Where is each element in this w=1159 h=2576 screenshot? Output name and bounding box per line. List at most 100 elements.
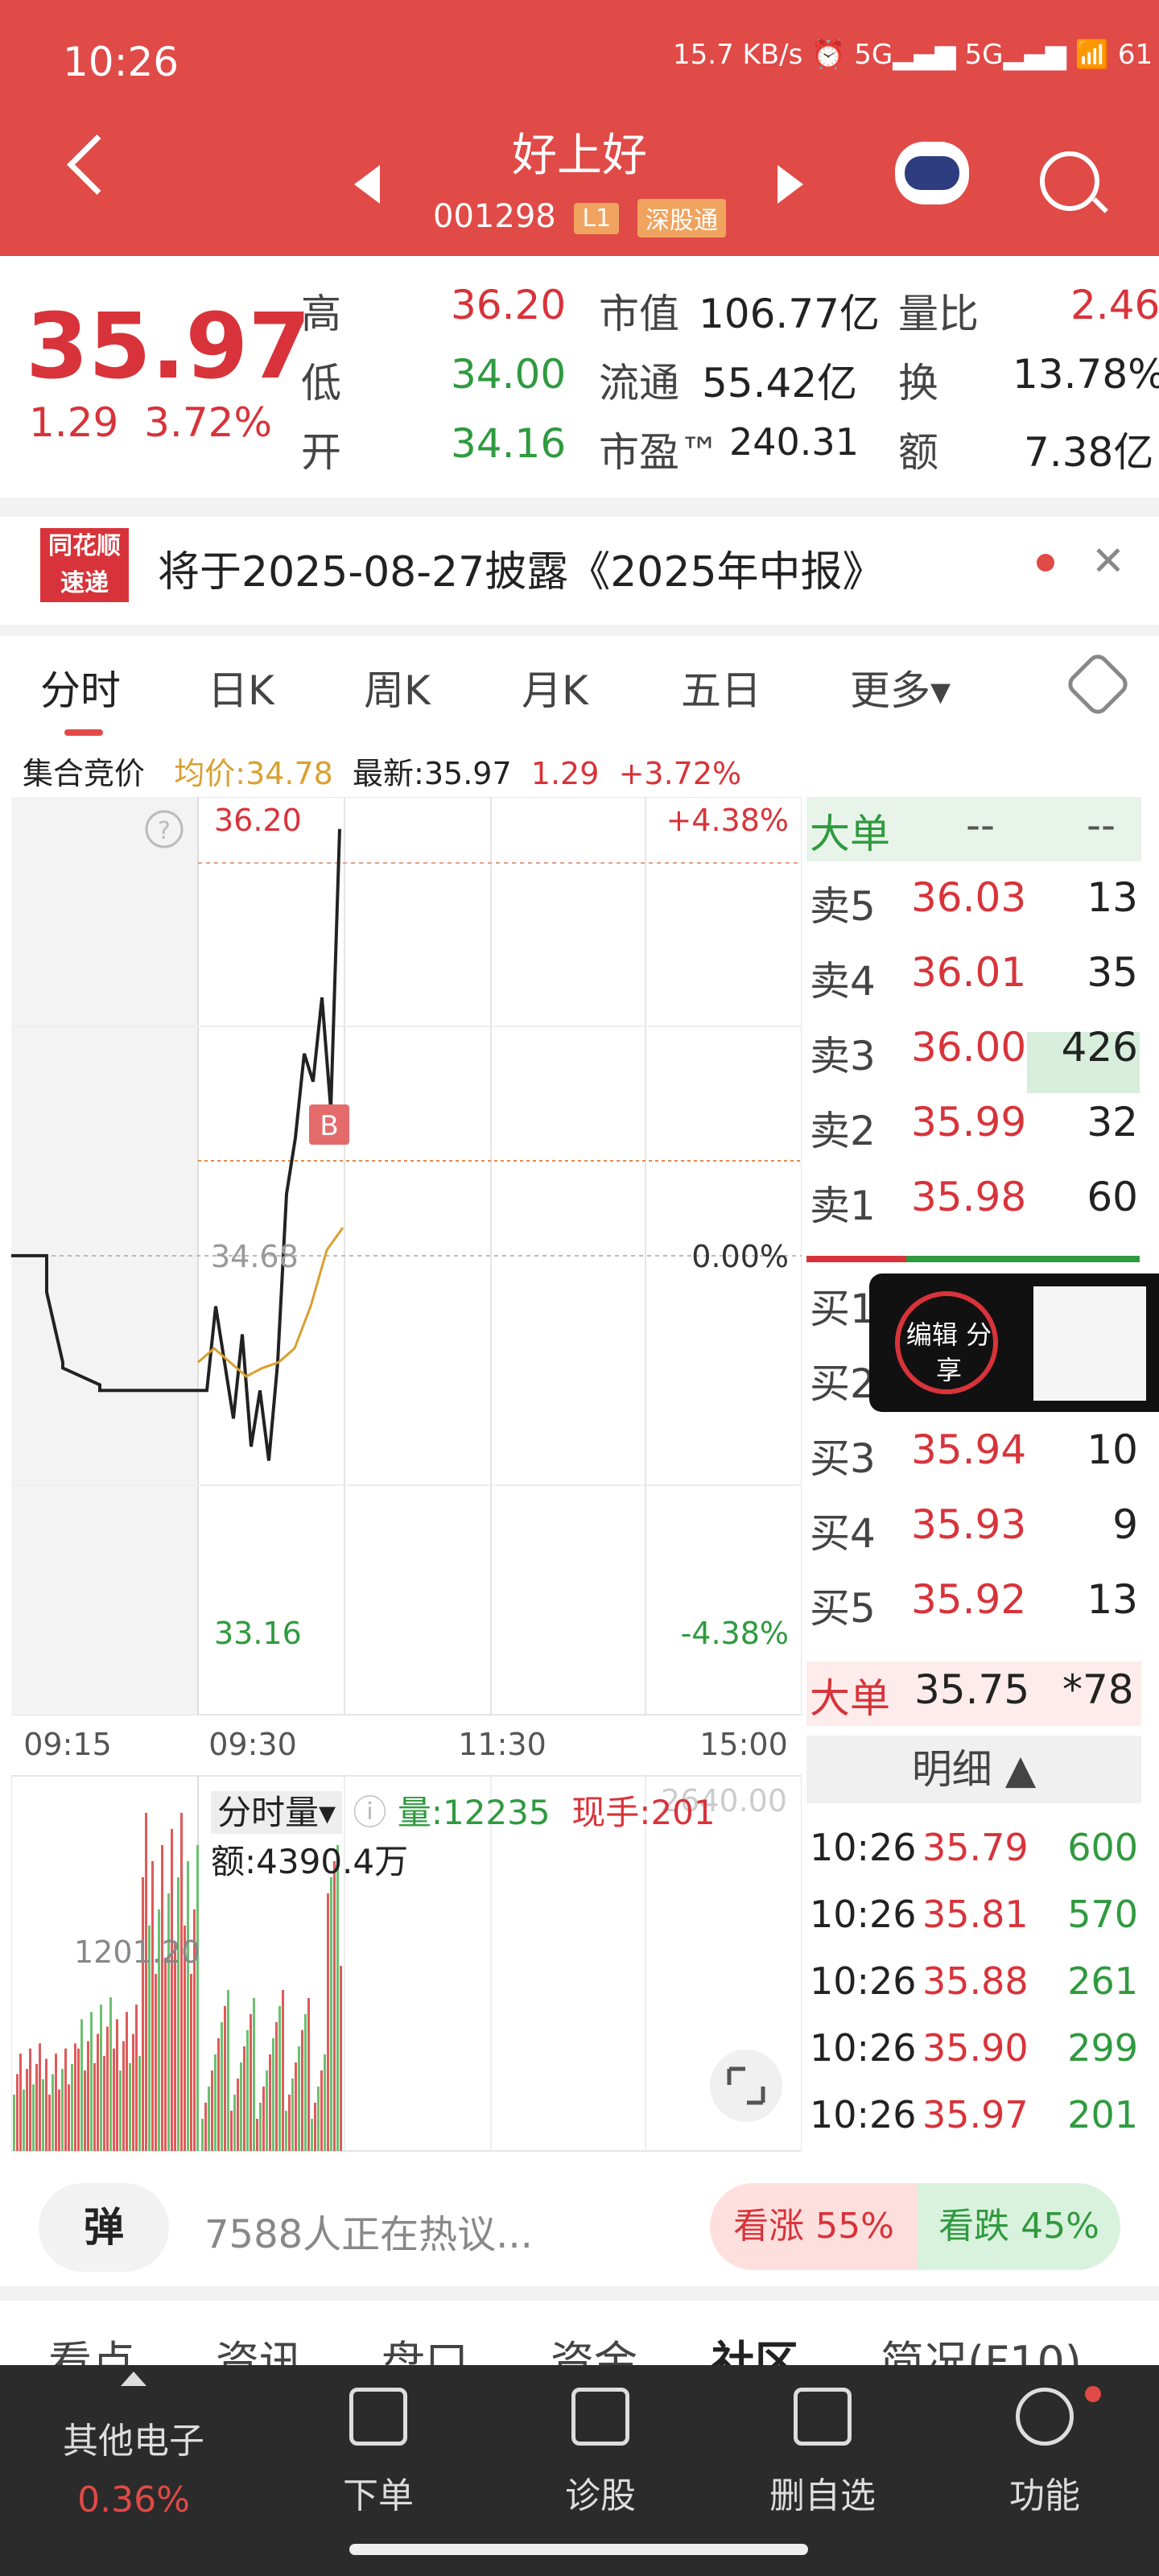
volume-bar [177, 1877, 179, 2151]
amount-value: 7.38亿 [1024, 429, 1154, 476]
volume-bar [171, 1829, 173, 2151]
tab-weekly-k[interactable]: 周K [364, 658, 431, 716]
discussion-prompt[interactable]: 7588人正在热议... [204, 2202, 533, 2259]
share-label[interactable]: 编辑 分享 [905, 1317, 993, 1388]
tab-five-day[interactable]: 五日 [681, 658, 761, 716]
diagnose-icon[interactable] [571, 2388, 629, 2446]
volume-bar [201, 2119, 204, 2151]
ask-name: 卖2 [810, 1108, 876, 1154]
bid-price[interactable]: 35.92 [911, 1576, 1026, 1623]
danmu-toggle[interactable]: 弹 [39, 2183, 169, 2272]
ask-price[interactable]: 36.00 [911, 1024, 1026, 1071]
big-order-bottom-price: 35.75 [914, 1666, 1030, 1713]
detail-price: 35.90 [922, 2026, 1029, 2070]
volume-bar [336, 1845, 339, 2151]
axis-mid-pct: 0.00% [691, 1239, 789, 1274]
robot-assistant-icon[interactable] [895, 142, 969, 204]
detail-volume: 261 [1067, 1959, 1138, 2003]
volume-bar [211, 2070, 213, 2151]
open-value: 34.16 [451, 420, 567, 467]
volume-bar [187, 1861, 189, 2151]
ask-price[interactable]: 36.01 [911, 949, 1026, 996]
ask-volume: 35 [1087, 949, 1138, 996]
share-thumbnail[interactable] [1033, 1286, 1146, 1401]
bearish-button[interactable]: 看跌 45% [918, 2183, 1120, 2270]
volume-bar [320, 2070, 323, 2151]
volume-bar [32, 2084, 35, 2151]
open-label: 开 [301, 429, 341, 476]
chart-info-row: 集合竞价 均价:34.78 最新:35.97 1.29 +3.72% [23, 749, 741, 793]
axis-top-pct: +4.38% [666, 803, 789, 838]
order-icon[interactable] [349, 2388, 407, 2446]
volume-bar [295, 2062, 297, 2151]
volume-bar [259, 2103, 262, 2151]
volume-amount: 额:4390.4万 [211, 1842, 409, 1881]
volume-bar [13, 2095, 15, 2151]
volume-bar [126, 2012, 128, 2151]
volume-bar [132, 2033, 134, 2151]
intraday-chart[interactable]: 36.20 33.16 34.68 +4.38% 0.00% -4.38% ? … [11, 797, 802, 2153]
volume-bar [240, 2062, 242, 2151]
volume-bar [77, 2048, 80, 2151]
nav-functions[interactable]: 功能 [964, 2467, 1125, 2518]
tab-intraday[interactable]: 分时 [40, 658, 121, 716]
expand-up-icon[interactable] [121, 2372, 146, 2386]
ask-name: 卖4 [810, 958, 876, 1005]
volume-bar [278, 2006, 281, 2151]
volume-scale: 1201.20 [74, 1934, 200, 1970]
close-icon[interactable]: ✕ [1091, 538, 1125, 584]
volume-bar [16, 2074, 19, 2151]
detail-volume: 570 [1067, 1893, 1138, 1936]
volume-help-icon[interactable]: ⓘ [353, 1793, 386, 1832]
nav-remove-watchlist[interactable]: 删自选 [742, 2467, 903, 2518]
volume-bar [269, 2054, 271, 2151]
flash-news-logo: 同花顺 速递 [40, 528, 129, 602]
volume-mode-select[interactable]: 分时量▾ [211, 1791, 343, 1834]
volume-bar [23, 2089, 25, 2151]
mcap-value: 106.77亿 [699, 291, 880, 337]
ask-price[interactable]: 35.99 [911, 1099, 1026, 1146]
price-change: 1.29 3.72% [29, 399, 272, 446]
sector-name[interactable]: 其他电子 [53, 2412, 214, 2463]
bid-price[interactable]: 35.94 [911, 1426, 1026, 1473]
volume-bar [103, 2055, 105, 2151]
tab-more[interactable]: 更多▾ [850, 658, 951, 716]
search-icon[interactable] [1040, 151, 1099, 211]
bullish-button[interactable]: 看涨 55% [710, 2183, 918, 2270]
ask-price[interactable]: 36.03 [911, 874, 1026, 921]
volume-bar [233, 2095, 236, 2151]
volume-bar [129, 2062, 131, 2151]
volume-bar [217, 2038, 220, 2151]
volume-bar [327, 1893, 329, 2151]
axis-bottom-price: 33.16 [214, 1616, 302, 1651]
latest-pct: +3.72% [618, 756, 742, 791]
volume-bar [330, 1877, 332, 2151]
time-1500: 15:00 [699, 1727, 788, 1762]
tab-monthly-k[interactable]: 月K [522, 658, 588, 716]
fullscreen-icon[interactable] [710, 2050, 782, 2122]
bid-price[interactable]: 35.93 [911, 1501, 1026, 1548]
volume-bar [243, 2046, 245, 2151]
detail-toggle[interactable]: 明细 ▲ [806, 1736, 1141, 1803]
detail-price: 35.88 [922, 1959, 1029, 2003]
menu-icon[interactable] [1016, 2388, 1074, 2446]
stock-code-row: 001298 L1 深股通 [0, 198, 1159, 237]
volume-bar [221, 2022, 223, 2151]
banner-text[interactable]: 将于2025-08-27披露《2025年中报》 [158, 538, 885, 598]
market-tag: 深股通 [637, 199, 726, 237]
ask-volume: 60 [1087, 1174, 1138, 1220]
volume-bar [39, 2043, 41, 2151]
bid-volume: 9 [1112, 1501, 1138, 1548]
nav-order[interactable]: 下单 [298, 2467, 459, 2518]
ask-price[interactable]: 35.98 [911, 1174, 1026, 1220]
detail-volume: 201 [1067, 2093, 1138, 2136]
vr-label: 量比 [898, 291, 979, 337]
volume-bar [272, 2038, 274, 2151]
nav-diagnose[interactable]: 诊股 [520, 2467, 681, 2518]
volume-bar [145, 1813, 147, 2151]
volume-bar [190, 1974, 192, 2151]
tab-daily-k[interactable]: 日K [208, 658, 274, 716]
remove-watchlist-icon[interactable] [794, 2388, 852, 2446]
home-indicator [349, 2544, 808, 2555]
amount-label: 额 [898, 429, 938, 476]
